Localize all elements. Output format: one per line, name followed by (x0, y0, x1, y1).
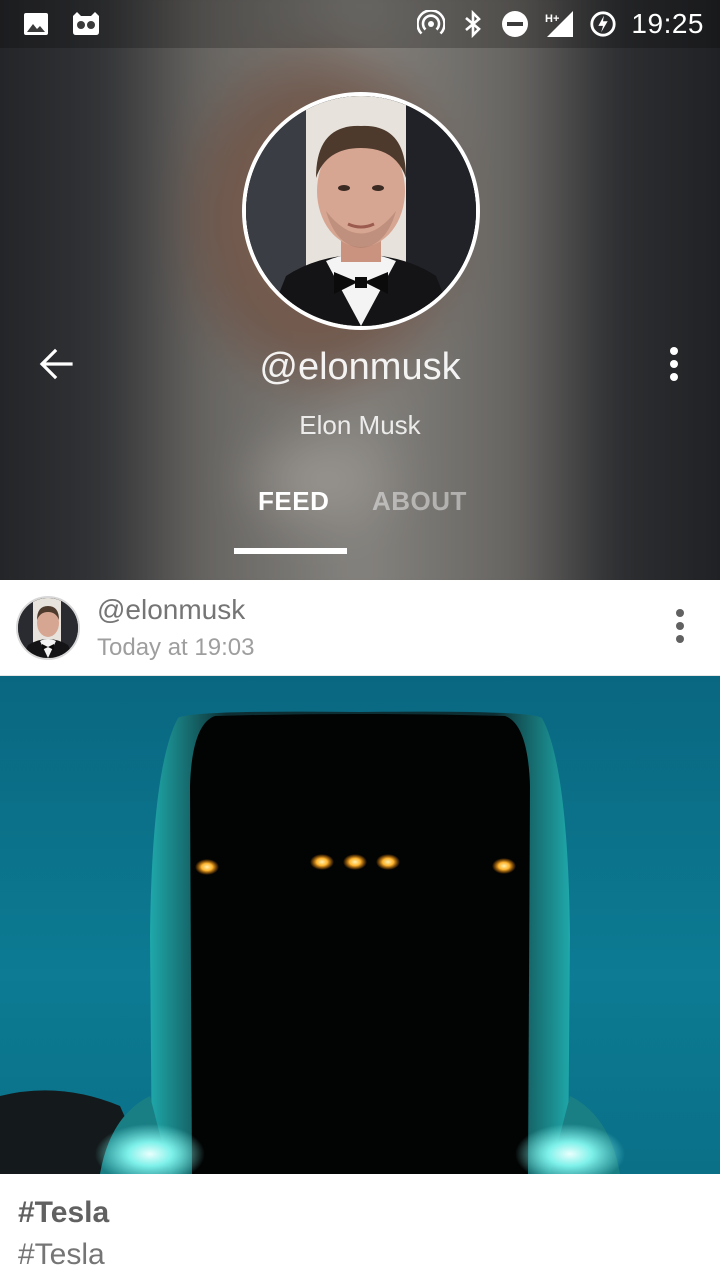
post-author-handle[interactable]: @elonmusk (97, 594, 245, 626)
arrow-back-icon (38, 346, 74, 387)
more-vertical-icon (669, 346, 679, 386)
tab-active-indicator (234, 548, 347, 554)
back-button[interactable] (30, 340, 82, 392)
post-caption-title[interactable]: #Tesla (18, 1196, 109, 1230)
clock: 19:25 (631, 8, 704, 39)
profile-header: H+ 19:25 @elonmusk Elon Musk FEED ABOUT (0, 0, 720, 580)
tab-about[interactable]: ABOUT (372, 486, 467, 517)
app-mascot-icon (70, 10, 102, 38)
profile-handle: @elonmusk (259, 346, 461, 388)
profile-tabs: FEED ABOUT (234, 470, 494, 580)
profile-overflow-menu-button[interactable] (648, 340, 700, 392)
bluetooth-icon (459, 10, 487, 38)
post-caption: #Tesla #Tesla (0, 1174, 720, 1280)
hotspot-icon (417, 10, 446, 38)
post-author-avatar[interactable] (16, 596, 80, 660)
status-bar: H+ 19:25 (0, 0, 720, 48)
signal-hplus-icon: H+ (543, 10, 575, 38)
tab-feed[interactable]: FEED (258, 486, 329, 517)
post-image[interactable] (0, 676, 720, 1174)
post-overflow-menu-button[interactable] (658, 602, 702, 654)
post-header: @elonmusk Today at 19:03 (0, 580, 720, 676)
network-type-label: H+ (545, 13, 559, 25)
profile-avatar[interactable] (242, 92, 480, 330)
post-timestamp: Today at 19:03 (97, 634, 255, 661)
do-not-disturb-icon (501, 10, 529, 38)
profile-display-name: Elon Musk (299, 410, 421, 440)
battery-charging-icon (589, 10, 617, 38)
image-icon (22, 10, 50, 38)
more-vertical-icon (675, 608, 685, 648)
post-caption-text[interactable]: #Tesla (18, 1238, 105, 1272)
